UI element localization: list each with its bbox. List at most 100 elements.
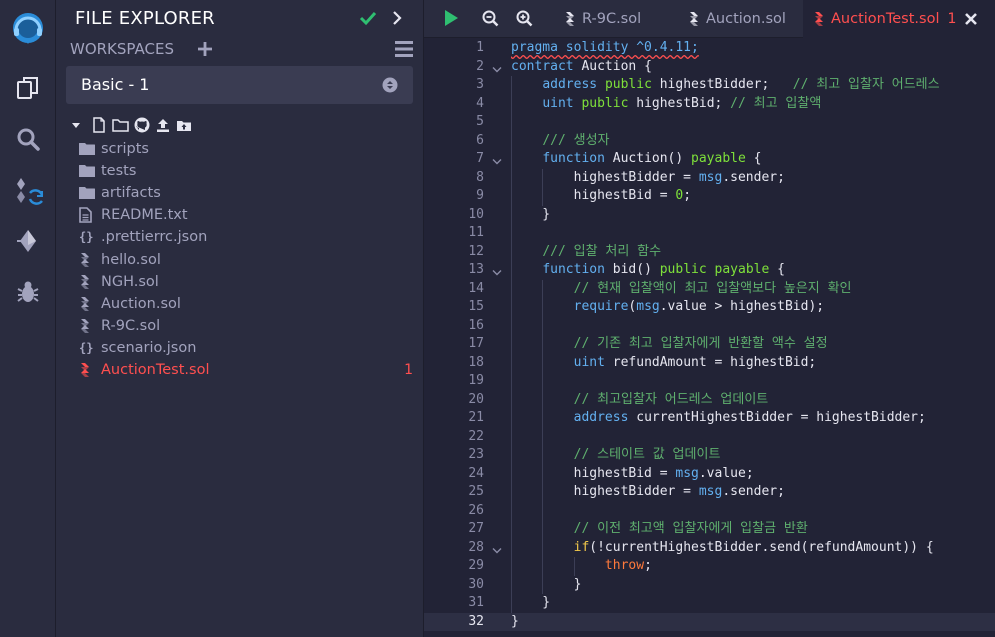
code-line[interactable]: 16 bbox=[424, 317, 995, 336]
zoom-out-icon[interactable] bbox=[482, 10, 499, 31]
code-text: } bbox=[511, 206, 551, 222]
indent-guide bbox=[542, 168, 544, 206]
file-tree-item[interactable]: scripts bbox=[78, 138, 418, 160]
code-line[interactable]: 1 pragma solidity ^0.4.11; bbox=[424, 39, 995, 58]
folder-icon bbox=[79, 186, 101, 200]
line-number: 2 bbox=[476, 58, 484, 74]
file-tree: scripts tests artifacts README.txt {} .pretti… bbox=[78, 138, 418, 381]
editor-tab[interactable]: R-9C.sol bbox=[554, 0, 674, 38]
code-text: highestBidder = msg.sender; bbox=[511, 169, 785, 185]
file-tree-item[interactable]: artifacts bbox=[78, 182, 418, 204]
editor-tab-bar: R-9C.sol Auction.sol AuctionTest.sol 1 bbox=[424, 0, 995, 38]
code-line[interactable]: 24 highestBid = msg.value; bbox=[424, 465, 995, 484]
deploy-icon[interactable] bbox=[0, 217, 56, 265]
folder-icon bbox=[79, 164, 101, 178]
chevron-right-icon[interactable] bbox=[390, 10, 404, 30]
code-line[interactable]: 7 function Auction() payable { bbox=[424, 150, 995, 169]
code-text: // 기존 최고 입찰자에게 반환할 액수 설정 bbox=[573, 336, 828, 351]
line-number: 7 bbox=[476, 151, 484, 166]
code-text: highestBidder = msg.sender; bbox=[511, 484, 785, 499]
upload-folder-icon[interactable] bbox=[176, 117, 192, 133]
zoom-in-icon[interactable] bbox=[516, 10, 533, 31]
code-line[interactable]: 17 // 기존 최고 입찰자에게 반환할 액수 설정 bbox=[424, 335, 995, 354]
hamburger-menu-icon[interactable] bbox=[394, 40, 414, 62]
code-line[interactable]: 9 highestBid = 0; bbox=[424, 187, 995, 206]
workspace-select[interactable]: Basic - 1 bbox=[66, 66, 413, 104]
remix-logo-icon[interactable] bbox=[0, 4, 56, 52]
code-line[interactable]: 21 address currentHighestBidder = highes… bbox=[424, 409, 995, 428]
code-line[interactable]: 4 uint public highestBid; // 최고 입찰액 bbox=[424, 95, 995, 114]
code-line[interactable]: 3 address public highestBidder; // 최고 입찰… bbox=[424, 76, 995, 95]
line-number: 26 bbox=[468, 502, 484, 518]
file-tree-item[interactable]: hello.sol bbox=[78, 248, 418, 270]
file-tree-item[interactable]: tests bbox=[78, 160, 418, 182]
code-line[interactable]: 29 throw; bbox=[424, 557, 995, 576]
run-script-icon[interactable] bbox=[442, 8, 460, 32]
code-text: /// 입찰 처리 함수 bbox=[542, 243, 662, 259]
line-number: 15 bbox=[468, 299, 484, 314]
line-number: 28 bbox=[468, 539, 484, 555]
code-line[interactable]: 30 } bbox=[424, 576, 995, 595]
code-line[interactable]: 15 require(msg.value > highestBid); bbox=[424, 298, 995, 317]
file-name: scripts bbox=[101, 141, 149, 158]
editor-tab[interactable]: AuctionTest.sol 1 bbox=[803, 0, 995, 38]
caret-down-icon[interactable] bbox=[70, 119, 82, 131]
check-icon[interactable] bbox=[358, 8, 378, 32]
file-tree-item[interactable]: NGH.sol bbox=[78, 271, 418, 293]
debugger-icon[interactable] bbox=[0, 268, 56, 316]
file-tree-item[interactable]: Auction.sol bbox=[78, 293, 418, 315]
code-line[interactable]: 8 highestBidder = msg.sender; bbox=[424, 169, 995, 188]
code-line[interactable]: 31 } bbox=[424, 594, 995, 613]
file-name: scenario.json bbox=[101, 339, 197, 356]
github-icon[interactable] bbox=[134, 117, 150, 133]
code-line[interactable]: 13 function bid() public payable { bbox=[424, 261, 995, 280]
solidity-file-icon bbox=[79, 318, 101, 334]
code-line[interactable]: 11 bbox=[424, 224, 995, 243]
code-text: } bbox=[511, 576, 582, 592]
tab-label: R-9C.sol bbox=[582, 11, 642, 27]
search-icon[interactable] bbox=[0, 115, 56, 163]
compiler-icon[interactable] bbox=[0, 168, 56, 216]
code-text: contract Auction { bbox=[511, 58, 652, 74]
code-line[interactable]: 18 uint refundAmount = highestBid; bbox=[424, 354, 995, 373]
code-line[interactable]: 25 highestBidder = msg.sender; bbox=[424, 483, 995, 502]
file-tree-item[interactable]: README.txt bbox=[78, 204, 418, 226]
file-tree-item[interactable]: {} scenario.json bbox=[78, 337, 418, 359]
code-line[interactable]: 10 } bbox=[424, 206, 995, 225]
code-line[interactable]: 27 // 이전 최고액 입찰자에게 입찰금 반환 bbox=[424, 520, 995, 539]
line-number: 6 bbox=[476, 132, 484, 148]
add-workspace-icon[interactable] bbox=[196, 40, 214, 62]
solidity-file-icon bbox=[564, 11, 576, 27]
solidity-file-icon bbox=[79, 362, 101, 378]
close-tab-icon[interactable] bbox=[964, 12, 978, 26]
file-name: tests bbox=[101, 163, 137, 180]
code-line[interactable]: 28 if(!currentHighestBidder.send(refundA… bbox=[424, 539, 995, 558]
code-line[interactable]: 20 // 최고입찰자 어드레스 업데이트 bbox=[424, 391, 995, 410]
line-number: 20 bbox=[468, 391, 484, 407]
upload-icon[interactable] bbox=[155, 117, 171, 133]
file-tree-item[interactable]: AuctionTest.sol 1 bbox=[78, 359, 418, 381]
line-number: 12 bbox=[468, 243, 484, 259]
file-tree-item[interactable]: {} .prettierrc.json bbox=[78, 226, 418, 248]
line-number: 32 bbox=[468, 613, 484, 629]
new-file-icon[interactable] bbox=[91, 117, 107, 133]
code-line[interactable]: 19 bbox=[424, 372, 995, 391]
new-folder-icon[interactable] bbox=[112, 117, 129, 133]
editor-tab[interactable]: Auction.sol bbox=[678, 0, 801, 38]
code-line[interactable]: 26 bbox=[424, 502, 995, 521]
code-area[interactable]: 1 pragma solidity ^0.4.11; 2 contract Aucti… bbox=[424, 38, 995, 637]
code-line[interactable]: 6 /// 생성자 bbox=[424, 132, 995, 151]
code-text: address public highestBidder; // 최고 입찰자 … bbox=[542, 77, 940, 92]
code-line[interactable]: 23 // 스테이트 값 업데이트 bbox=[424, 446, 995, 465]
code-line[interactable]: 5 bbox=[424, 113, 995, 132]
file-explorer-icon[interactable] bbox=[0, 64, 56, 112]
code-line[interactable]: 22 bbox=[424, 428, 995, 447]
code-line[interactable]: 14 // 현재 입찰액이 최고 입찰액보다 높은지 확인 bbox=[424, 280, 995, 299]
text-file-icon bbox=[79, 207, 101, 224]
code-line[interactable]: 12 /// 입찰 처리 함수 bbox=[424, 243, 995, 262]
code-line[interactable]: 2 contract Auction { bbox=[424, 58, 995, 77]
file-tree-item[interactable]: R-9C.sol bbox=[78, 315, 418, 337]
error-count-badge: 1 bbox=[404, 361, 413, 378]
code-line[interactable]: 32} bbox=[424, 612, 995, 631]
code-text: throw; bbox=[604, 558, 652, 573]
